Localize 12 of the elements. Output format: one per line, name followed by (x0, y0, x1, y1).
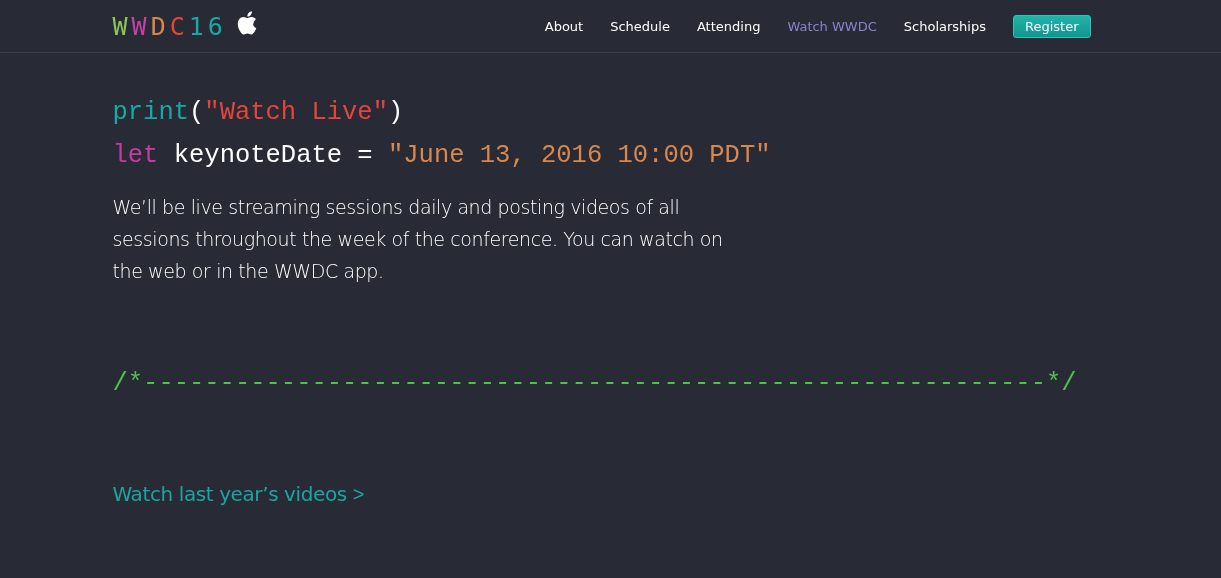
code-line: print("Watch Live") (112, 97, 405, 129)
nav-link[interactable]: Watch WWDC (787, 18, 877, 34)
apple-icon (236, 11, 257, 35)
nav-link[interactable]: Scholarships (903, 18, 986, 34)
comment-divider: /*-----------------------------------------------------------*/ (112, 369, 1078, 398)
code-line: let keynoteDate = "June 13, 2016 10:00 PDT" (112, 140, 772, 172)
nav-link[interactable]: About (544, 18, 584, 34)
nav-link[interactable]: Attending (696, 18, 761, 34)
videos-link[interactable]: Watch last year’s videos > (112, 482, 364, 506)
nav-link[interactable]: Schedule (610, 18, 670, 34)
intro-paragraph: We’ll be live streaming sessions daily and posting videos of all sessions throughout the week of the conference. You can watch on the web or in the WWDC app. (112, 195, 724, 284)
logo-text[interactable]: WWD C 16 (112, 11, 227, 41)
